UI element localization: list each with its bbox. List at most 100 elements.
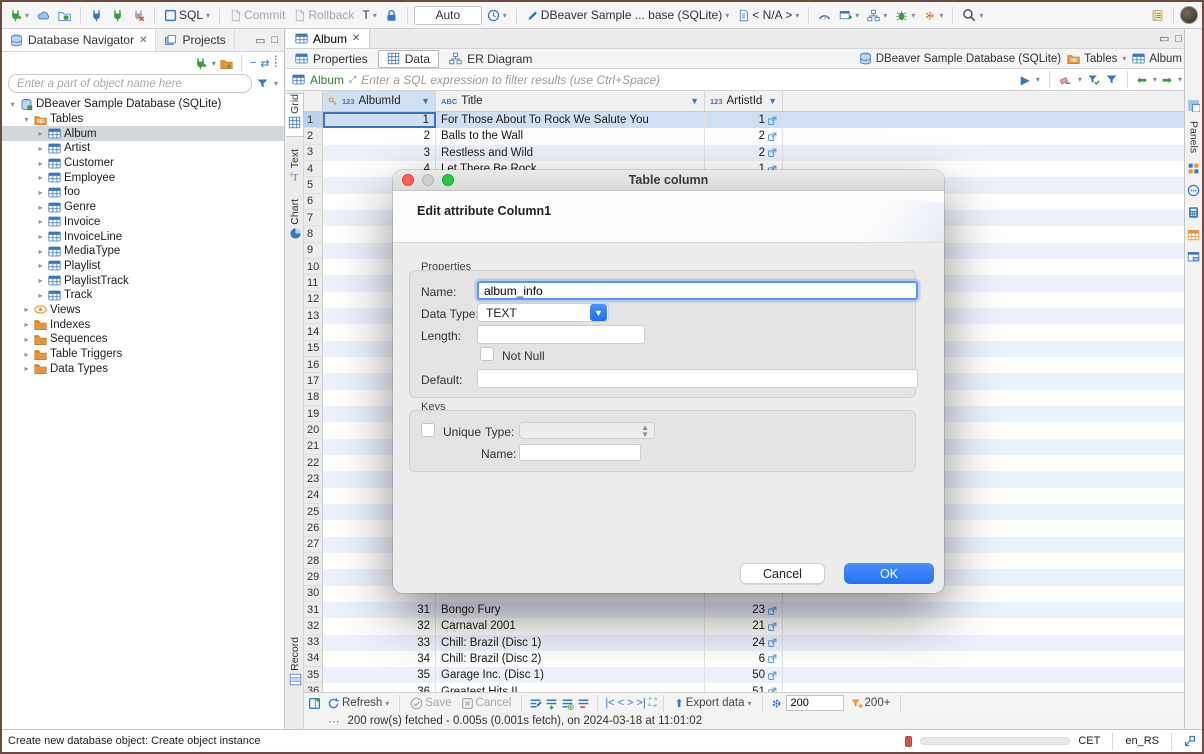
row-number[interactable]: 2 <box>304 128 323 144</box>
cell-artistid[interactable]: 24 <box>705 635 783 651</box>
cell-albumid[interactable]: 36 <box>323 683 436 692</box>
default-input[interactable] <box>477 369 918 388</box>
chevron-collapsed-icon[interactable]: ▸ <box>36 291 45 300</box>
open-panel-icon[interactable] <box>308 697 321 710</box>
last-record-icon[interactable]: >| <box>636 697 645 709</box>
chevron-collapsed-icon[interactable]: ▸ <box>22 350 31 359</box>
link-editor-icon[interactable]: ⇄ <box>260 57 269 70</box>
row-number[interactable]: 12 <box>304 292 323 308</box>
commit-mode-select[interactable]: Auto <box>414 6 482 25</box>
breadcrumb-database[interactable]: DBeaver Sample Database (SQLite) <box>859 52 1061 65</box>
dialog-cancel-button[interactable]: Cancel <box>740 563 825 584</box>
cell-artistid[interactable]: 6 <box>705 651 783 667</box>
collapse-all-icon[interactable]: − <box>250 57 256 69</box>
row-number[interactable]: 30 <box>304 586 323 602</box>
value-panel-icon[interactable] <box>1187 250 1200 263</box>
row-number[interactable]: 23 <box>304 471 323 487</box>
chevron-collapsed-icon[interactable]: ▸ <box>36 144 45 153</box>
row-number[interactable]: 26 <box>304 520 323 536</box>
cell-title[interactable]: Chill: Brazil (Disc 1) <box>436 635 705 651</box>
metadata-panel-icon[interactable] <box>1187 184 1200 197</box>
foreign-key-link-icon[interactable] <box>768 622 777 631</box>
sort-dropdown-icon[interactable]: ▼ <box>421 96 430 106</box>
tab-database-navigator[interactable]: Database Navigator ✕ <box>2 29 156 51</box>
row-number[interactable]: 9 <box>304 243 323 259</box>
tree-item-mediatype[interactable]: ▸MediaType <box>2 244 284 259</box>
duplicate-row-icon[interactable] <box>561 697 574 710</box>
rollback-button[interactable]: Rollback <box>290 6 357 24</box>
tree-item-album[interactable]: ▸Album <box>2 126 284 141</box>
delete-row-icon[interactable] <box>577 697 590 710</box>
edit-value-icon[interactable] <box>529 697 542 710</box>
foreign-key-link-icon[interactable] <box>768 654 777 663</box>
forward-arrow-icon[interactable]: ➡ <box>1162 73 1172 87</box>
name-input[interactable] <box>477 281 918 300</box>
minimize-icon[interactable]: ▭ <box>255 34 265 47</box>
sort-dropdown-icon[interactable]: ▼ <box>768 96 777 106</box>
tree-item-invoice[interactable]: ▸Invoice <box>2 215 284 230</box>
open-connection-folder-button[interactable] <box>55 7 74 24</box>
expand-filter-icon[interactable]: ⤢ <box>349 74 356 85</box>
cell-albumid[interactable]: 31 <box>323 602 436 618</box>
minimize-icon[interactable]: ▭ <box>1159 32 1169 45</box>
sql-filter-input[interactable] <box>361 73 1015 87</box>
presentation-tab-text[interactable]: Text T <box>286 149 304 189</box>
row-number[interactable]: 11 <box>304 275 323 291</box>
commit-button[interactable]: Commit <box>226 6 288 24</box>
row-number[interactable]: 3 <box>304 145 323 161</box>
row-number[interactable]: 25 <box>304 504 323 520</box>
cell-artistid[interactable]: 2 <box>705 128 783 144</box>
row-number[interactable]: 8 <box>304 226 323 242</box>
chevron-collapsed-icon[interactable]: ▸ <box>36 261 45 270</box>
row-number[interactable]: 17 <box>304 373 323 389</box>
tree-item-tables[interactable]: ▾Tables <box>2 112 284 127</box>
tree-item-genre[interactable]: ▸Genre <box>2 200 284 215</box>
table-row[interactable]: 3131Bongo Fury23 <box>304 602 1188 618</box>
breadcrumb-tables[interactable]: Tables▾ <box>1067 52 1126 65</box>
foreign-key-link-icon[interactable] <box>768 638 777 647</box>
panel-tab-record[interactable]: Record <box>286 637 304 689</box>
active-database-select[interactable]: DBeaver Sample ... base (SQLite)▾ <box>523 6 732 24</box>
row-number[interactable]: 35 <box>304 667 323 683</box>
table-row[interactable]: 33Restless and Wild2 <box>304 145 1188 161</box>
row-number[interactable]: 13 <box>304 308 323 324</box>
tab-properties[interactable]: Properties <box>287 51 376 67</box>
row-number[interactable]: 10 <box>304 259 323 275</box>
length-input[interactable] <box>477 325 645 344</box>
debug-button[interactable]: ▾ <box>892 7 918 24</box>
presentation-tab-chart[interactable]: Chart <box>286 199 304 245</box>
tasks-button[interactable]: ▾ <box>920 7 946 24</box>
row-number[interactable]: 27 <box>304 537 323 553</box>
cell-albumid[interactable]: 34 <box>323 651 436 667</box>
table-row[interactable]: 3636Greatest Hits II51 <box>304 683 1188 692</box>
key-type-select[interactable]: ▲▼ <box>519 422 655 439</box>
cell-title[interactable]: Chill: Brazil (Disc 2) <box>436 651 705 667</box>
eraser-icon[interactable] <box>1059 73 1072 86</box>
transaction-log-button[interactable]: T▾ <box>359 6 379 24</box>
editor-tab-album[interactable]: Album ✕ <box>286 29 370 48</box>
maximize-icon[interactable]: □ <box>271 34 278 46</box>
chevron-collapsed-icon[interactable]: ▸ <box>36 276 45 285</box>
new-connection-icon[interactable] <box>194 57 207 70</box>
sort-dropdown-icon[interactable]: ▼ <box>690 96 699 106</box>
tab-projects[interactable]: Projects <box>156 29 234 51</box>
column-header-title[interactable]: ABC Title ▼ <box>436 91 705 111</box>
tab-data[interactable]: Data <box>378 50 439 68</box>
cell-albumid[interactable]: 32 <box>323 618 436 634</box>
table-row[interactable]: 3535Garage Inc. (Disc 1)50 <box>304 667 1188 683</box>
close-icon[interactable]: ✕ <box>139 35 147 46</box>
row-number[interactable]: 32 <box>304 618 323 634</box>
tree-item-track[interactable]: ▸Track <box>2 288 284 303</box>
chevron-expanded-icon[interactable]: ▾ <box>22 115 31 124</box>
cell-title[interactable]: Carnaval 2001 <box>436 618 705 634</box>
row-number[interactable]: 22 <box>304 455 323 471</box>
apply-filter-icon[interactable]: ▶ <box>1021 73 1030 87</box>
cell-artistid[interactable]: 21 <box>705 618 783 634</box>
prev-record-icon[interactable]: < <box>618 697 624 709</box>
table-row[interactable]: 3333Chill: Brazil (Disc 1)24 <box>304 635 1188 651</box>
presentation-tab-grid[interactable]: Grid <box>286 93 304 137</box>
cell-albumid[interactable]: 35 <box>323 667 436 683</box>
tree-item-artist[interactable]: ▸Artist <box>2 141 284 156</box>
dashboard-button[interactable] <box>815 7 834 24</box>
chevron-collapsed-icon[interactable]: ▸ <box>22 335 31 344</box>
